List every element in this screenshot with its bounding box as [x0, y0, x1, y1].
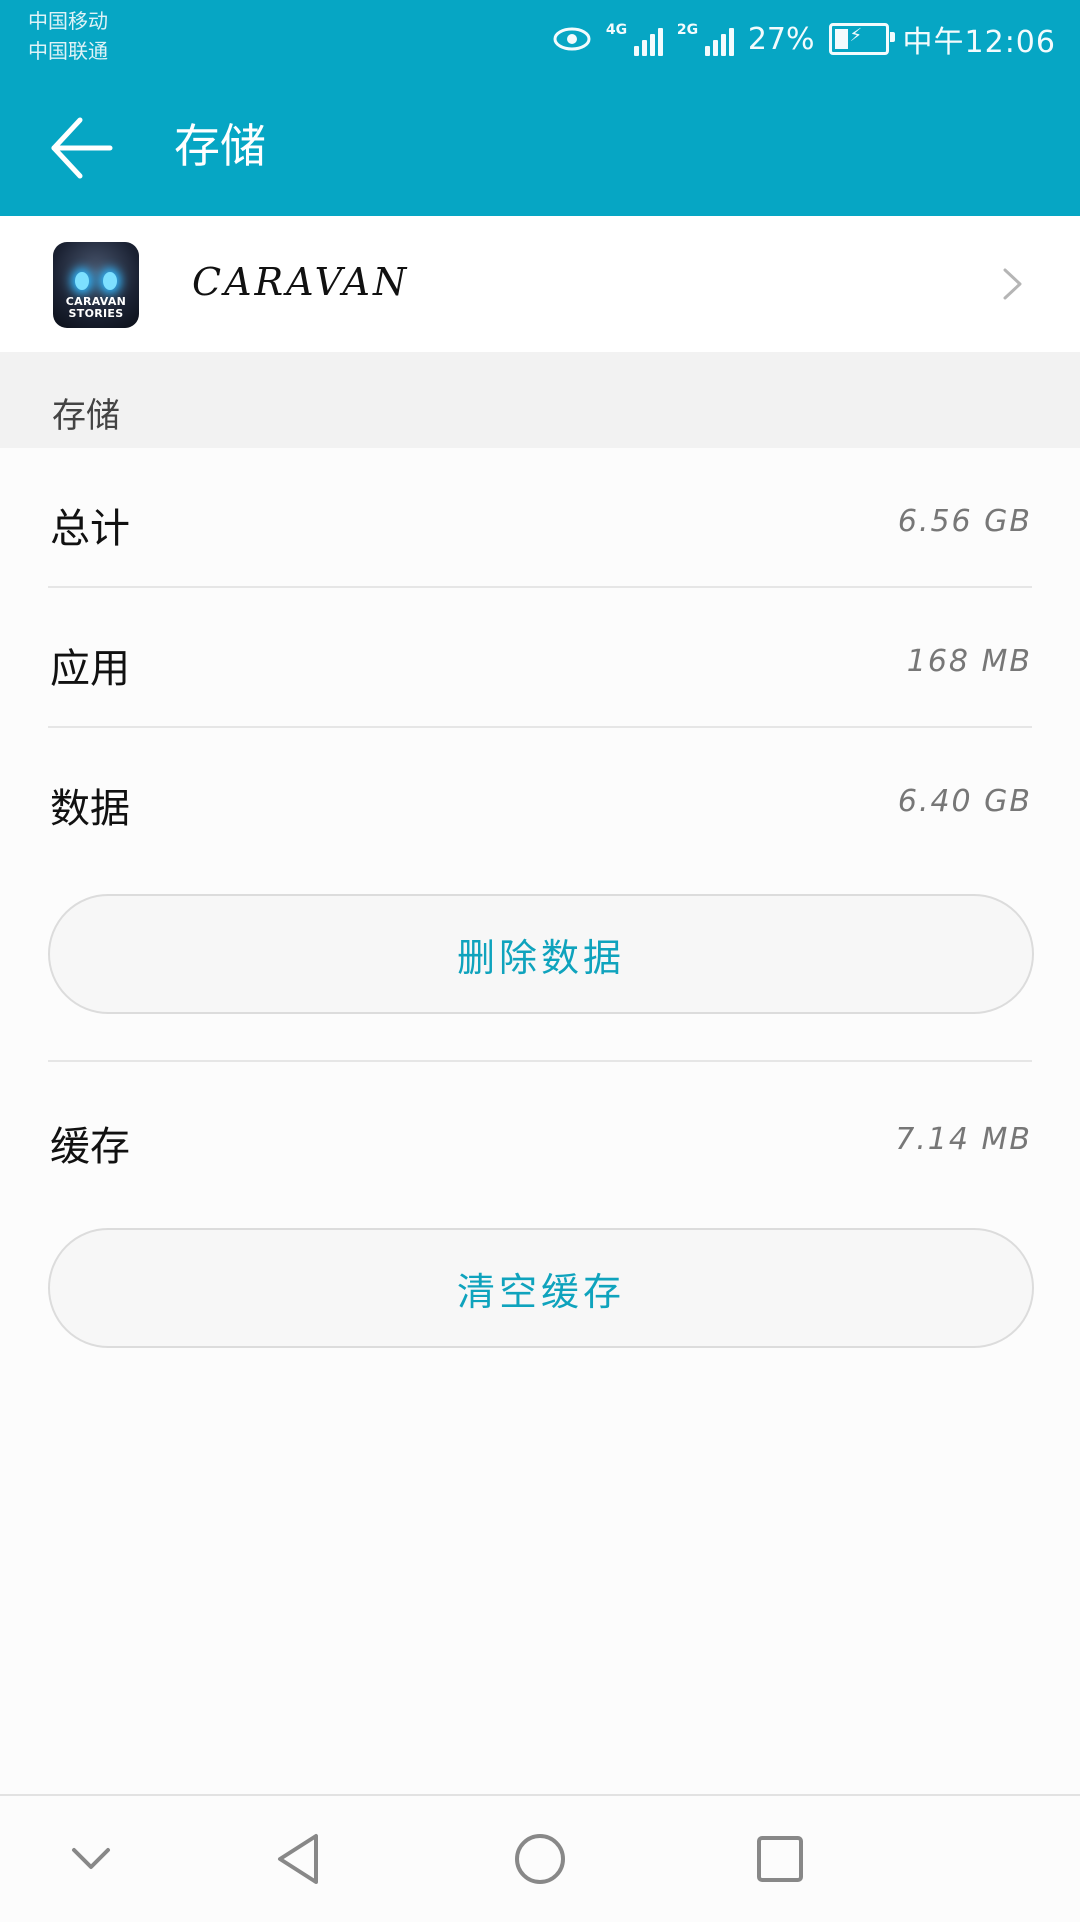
total-label: 总计	[50, 506, 130, 552]
back-triangle-icon[interactable]	[264, 1824, 334, 1894]
app-icon-text: CARAVAN STORIES	[65, 295, 127, 320]
signal-icon: 2G	[677, 22, 734, 56]
divider	[48, 1060, 1032, 1062]
clock: 中午12:06	[902, 25, 1056, 60]
signal-1-label: 4G	[605, 22, 628, 38]
battery-percent: 27%	[747, 21, 815, 57]
app-name: CARAVAN	[192, 260, 410, 304]
battery-charging-icon: ⚡	[828, 23, 895, 55]
storage-row-data: 数据 6.40 GB	[48, 728, 1032, 866]
app-size-label: 应用	[50, 646, 130, 692]
total-value: 6.56 GB	[897, 504, 1032, 539]
storage-row-cache: 缓存 7.14 MB	[48, 1066, 1032, 1204]
app-bar: 存储	[0, 80, 1080, 216]
signal-2-label: 2G	[676, 22, 699, 38]
battery-fill	[834, 29, 848, 49]
section-title: 存储	[52, 396, 120, 436]
carrier-info: 中国移动 中国联通	[28, 6, 108, 66]
carrier-2: 中国联通	[28, 39, 108, 63]
storage-row-total: 总计 6.56 GB	[48, 448, 1032, 586]
chevron-right-icon	[1003, 268, 1022, 300]
delete-data-button[interactable]: 删除数据	[48, 894, 1034, 1014]
clear-cache-button[interactable]: 清空缓存	[48, 1228, 1034, 1348]
arrow-left-icon[interactable]	[40, 108, 124, 188]
data-size-label: 数据	[50, 786, 130, 832]
cache-value: 7.14 MB	[895, 1122, 1032, 1157]
signal-icon: 4G	[606, 22, 663, 56]
data-size-value: 6.40 GB	[897, 784, 1032, 819]
status-bar: 中国移动 中国联通 4G 2G 27% ⚡ 中午12:06	[0, 0, 1080, 80]
storage-row-app: 应用 168 MB	[48, 588, 1032, 726]
page-title: 存储	[174, 119, 266, 173]
cache-label: 缓存	[50, 1124, 130, 1170]
status-icons: 4G 2G 27% ⚡ 中午12:06	[552, 14, 1056, 64]
app-icon: CARAVAN STORIES	[53, 242, 139, 328]
eye-icon	[553, 27, 591, 51]
app-size-value: 168 MB	[906, 644, 1032, 679]
home-circle-icon[interactable]	[505, 1824, 575, 1894]
recents-square-icon[interactable]	[745, 1824, 815, 1894]
navigation-bar	[0, 1794, 1080, 1922]
charging-bolt-icon: ⚡	[849, 25, 863, 46]
chevron-down-icon[interactable]	[56, 1824, 126, 1894]
carrier-1: 中国移动	[28, 9, 108, 33]
section-header: 存储	[0, 352, 1080, 448]
app-info-row[interactable]: CARAVAN STORIES CARAVAN	[0, 216, 1080, 352]
